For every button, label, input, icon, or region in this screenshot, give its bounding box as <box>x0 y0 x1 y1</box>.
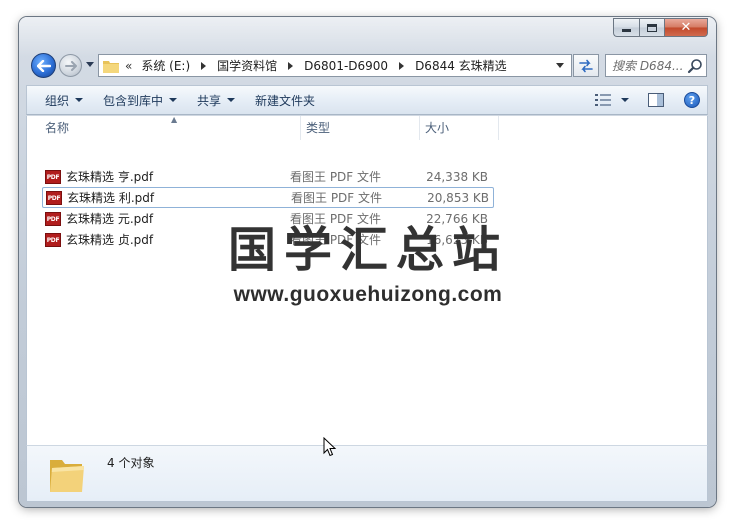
item-count: 4 个对象 <box>107 456 155 470</box>
address-dropdown-icon[interactable] <box>556 63 564 68</box>
folder-icon <box>103 59 119 73</box>
sort-ascending-icon: ▲ <box>171 116 178 124</box>
pdf-file-icon: PDF <box>46 190 62 205</box>
column-header-type[interactable]: 类型 <box>301 116 420 140</box>
close-icon: ✕ <box>680 20 692 35</box>
file-row[interactable]: PDF 玄珠精选 亨.pdf 看图王 PDF 文件 24,338 KB <box>42 166 494 187</box>
chevron-down-icon <box>227 98 236 102</box>
file-list-pane[interactable]: 名称 ▲ 类型 大小 PDF 玄珠精选 亨.pdf 看图王 PDF 文件 24,… <box>26 116 708 445</box>
column-header-name[interactable]: 名称 ▲ <box>33 116 301 140</box>
breadcrumb-range[interactable]: D6801-D6900 <box>304 59 388 73</box>
preview-pane-button[interactable] <box>643 89 669 111</box>
breadcrumb-drive[interactable]: 系统 (E:) <box>141 57 190 74</box>
help-icon: ? <box>684 92 700 108</box>
search-box[interactable]: 搜索 D684... <box>605 54 707 77</box>
refresh-icon <box>579 59 593 72</box>
column-headers: 名称 ▲ 类型 大小 <box>27 116 707 140</box>
folder-icon <box>50 460 84 492</box>
include-in-library-button[interactable]: 包含到库中 <box>95 89 185 111</box>
breadcrumb-separator-icon[interactable] <box>399 61 405 70</box>
share-button[interactable]: 共享 <box>189 89 243 111</box>
file-size: 24,338 KB <box>426 169 488 184</box>
watermark-title: 国学汇总站 <box>227 222 508 278</box>
column-type-label: 类型 <box>306 121 331 135</box>
breadcrumb-library[interactable]: 国学资料馆 <box>217 57 277 74</box>
caption-buttons: ✕ <box>613 18 708 37</box>
mouse-cursor-icon <box>323 437 337 457</box>
search-placeholder[interactable]: 搜索 D684... <box>612 57 687 74</box>
file-row-selected[interactable]: PDF 玄珠精选 利.pdf 看图王 PDF 文件 20,853 KB <box>42 187 494 208</box>
file-type: 看图王 PDF 文件 <box>290 170 382 184</box>
organize-label: 组织 <box>45 93 70 108</box>
maximize-button[interactable] <box>639 18 664 37</box>
chevron-down-icon <box>86 62 94 67</box>
file-size: 20,853 KB <box>427 190 489 205</box>
arrow-right-icon <box>64 60 77 71</box>
minimize-button[interactable] <box>613 18 639 37</box>
preview-pane-icon <box>648 93 664 107</box>
watermark-url: www.guoxuehuizong.com <box>233 283 503 306</box>
chevron-down-icon <box>621 98 629 102</box>
organize-menu-button[interactable]: 组织 <box>37 89 91 111</box>
breadcrumb-overflow[interactable]: « <box>125 59 132 73</box>
forward-button[interactable] <box>59 54 82 77</box>
arrow-left-icon <box>36 59 51 72</box>
command-bar: 组织 包含到库中 共享 新建文件夹 ? <box>26 85 708 115</box>
new-folder-button[interactable]: 新建文件夹 <box>247 89 323 111</box>
file-name: 玄珠精选 利.pdf <box>67 191 155 205</box>
new-folder-label: 新建文件夹 <box>255 93 316 108</box>
chevron-down-icon <box>169 98 178 102</box>
maximize-icon <box>647 23 657 32</box>
details-pane: 4 个对象 <box>26 445 708 502</box>
breadcrumb-separator-icon[interactable] <box>288 61 294 70</box>
change-view-button[interactable] <box>589 89 635 111</box>
share-label: 共享 <box>197 93 222 108</box>
help-button[interactable]: ? <box>679 89 705 111</box>
column-size-label: 大小 <box>425 121 450 135</box>
address-bar[interactable]: « 系统 (E:) 国学资料馆 D6801-D6900 D6844 玄珠精选 <box>98 54 572 77</box>
minimize-icon <box>622 29 631 32</box>
pdf-file-icon: PDF <box>45 169 61 184</box>
column-header-size[interactable]: 大小 <box>420 116 499 140</box>
search-icon[interactable] <box>687 58 703 74</box>
back-button[interactable] <box>31 53 56 78</box>
file-name: 玄珠精选 亨.pdf <box>66 170 154 184</box>
recent-pages-button[interactable] <box>85 60 95 70</box>
details-view-icon <box>595 94 611 106</box>
refresh-button[interactable] <box>573 54 599 77</box>
breadcrumb-current[interactable]: D6844 玄珠精选 <box>415 57 507 74</box>
file-type: 看图王 PDF 文件 <box>291 191 383 205</box>
column-name-label: 名称 <box>45 121 70 135</box>
breadcrumb-separator-icon[interactable] <box>201 61 207 70</box>
include-in-library-label: 包含到库中 <box>103 93 164 108</box>
chevron-down-icon <box>75 98 84 102</box>
close-button[interactable]: ✕ <box>664 18 708 37</box>
